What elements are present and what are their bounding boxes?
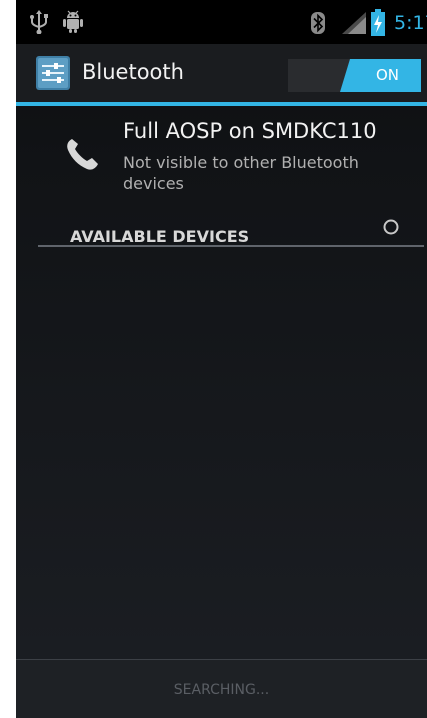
settings-sliders-icon[interactable]: [36, 56, 70, 90]
status-bar: 5:17: [16, 0, 427, 44]
status-time: 5:17: [394, 12, 427, 34]
bluetooth-icon: [311, 12, 325, 34]
searching-button[interactable]: SEARCHING...: [16, 660, 427, 718]
phone-icon: [67, 139, 98, 170]
android-debug-icon: [63, 10, 83, 33]
usb-icon: [30, 10, 48, 34]
action-bar-underline: [16, 102, 427, 106]
bottom-bar: SEARCHING...: [16, 659, 427, 718]
battery-charging-icon: [371, 9, 385, 36]
app-title: Bluetooth: [82, 60, 184, 84]
progress-spinner-icon: [383, 219, 399, 235]
signal-icon: [342, 12, 366, 34]
device-name: Full AOSP on SMDKC110: [123, 119, 377, 143]
toggle-on-label: ON: [376, 66, 400, 84]
device-visibility-status: Not visible to other Bluetooth devices: [123, 153, 359, 193]
section-divider: [38, 245, 424, 247]
bluetooth-toggle[interactable]: [288, 59, 421, 92]
action-bar: Bluetooth ON: [16, 44, 427, 102]
phone-screen: 5:17 Bluetooth ON Full AOSP on SMDKC110: [16, 0, 427, 718]
available-devices-header: AVAILABLE DEVICES: [70, 227, 250, 246]
